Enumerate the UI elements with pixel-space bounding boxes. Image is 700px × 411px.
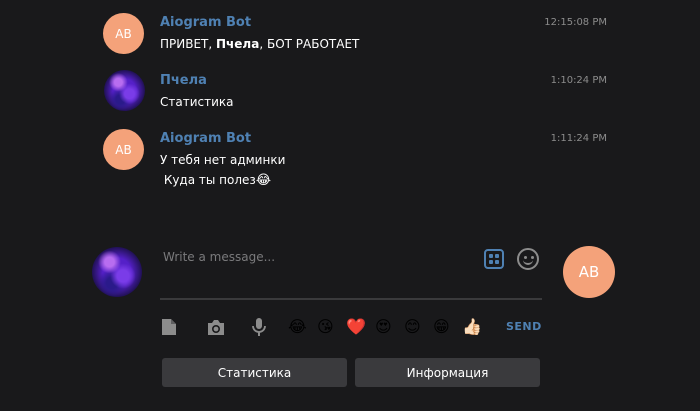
- emoji-grin-icon[interactable]: 😁: [433, 317, 450, 337]
- message-text-part: ПРИВЕТ,: [160, 37, 217, 51]
- file-icon[interactable]: [160, 318, 178, 336]
- message-text: Статистика: [160, 95, 234, 109]
- laughing-emoji: 😂: [255, 173, 272, 188]
- avatar[interactable]: AB: [103, 129, 144, 170]
- chat-window: AB Aiogram Bot 12:15:08 PM ПРИВЕТ, Пчела…: [0, 0, 700, 411]
- emoji-thumbs-up-icon[interactable]: 👍🏻: [462, 317, 482, 337]
- camera-icon[interactable]: [206, 319, 226, 336]
- emoji-smile-icon[interactable]: 😊: [404, 317, 421, 337]
- message-time: 12:15:08 PM: [544, 17, 607, 28]
- message-author[interactable]: Aiogram Bot: [160, 131, 251, 146]
- message-input[interactable]: Write a message...: [160, 244, 542, 300]
- keyboard-button-statistics[interactable]: Статистика: [162, 358, 347, 387]
- message-text-part: , БОТ РАБОТАЕТ: [259, 37, 360, 51]
- message-time: 1:10:24 PM: [550, 75, 607, 86]
- message-author[interactable]: Aiogram Bot: [160, 15, 251, 30]
- peer-avatar[interactable]: AB: [563, 246, 615, 298]
- avatar[interactable]: AB: [103, 13, 144, 54]
- send-button[interactable]: SEND: [506, 320, 542, 333]
- message-text-line: У тебя нет админки: [160, 153, 286, 167]
- keyboard-button-info[interactable]: Информация: [355, 358, 540, 387]
- message-text: ПРИВЕТ, Пчела, БОТ РАБОТАЕТ: [160, 34, 359, 54]
- microphone-icon[interactable]: [251, 317, 267, 337]
- avatar[interactable]: [104, 70, 145, 111]
- current-user-avatar[interactable]: [92, 247, 142, 297]
- emoji-kiss-icon[interactable]: 😘: [317, 317, 334, 337]
- message-text: У тебя нет админки Куда ты полез😂: [160, 150, 285, 191]
- emoji-heart-icon[interactable]: ❤️: [346, 317, 366, 337]
- emoji-heart-eyes-icon[interactable]: 😍: [375, 317, 392, 337]
- message-time: 1:11:24 PM: [550, 133, 607, 144]
- emoji-joy-icon[interactable]: 😂: [288, 317, 307, 337]
- message-text-line: Куда ты полез: [160, 173, 256, 187]
- message-input-placeholder: Write a message...: [163, 250, 276, 264]
- message-text-bold: Пчела: [216, 37, 260, 51]
- emoji-picker-icon[interactable]: [517, 248, 539, 270]
- message-author[interactable]: Пчела: [160, 73, 207, 88]
- bot-keyboard-icon[interactable]: [484, 249, 504, 269]
